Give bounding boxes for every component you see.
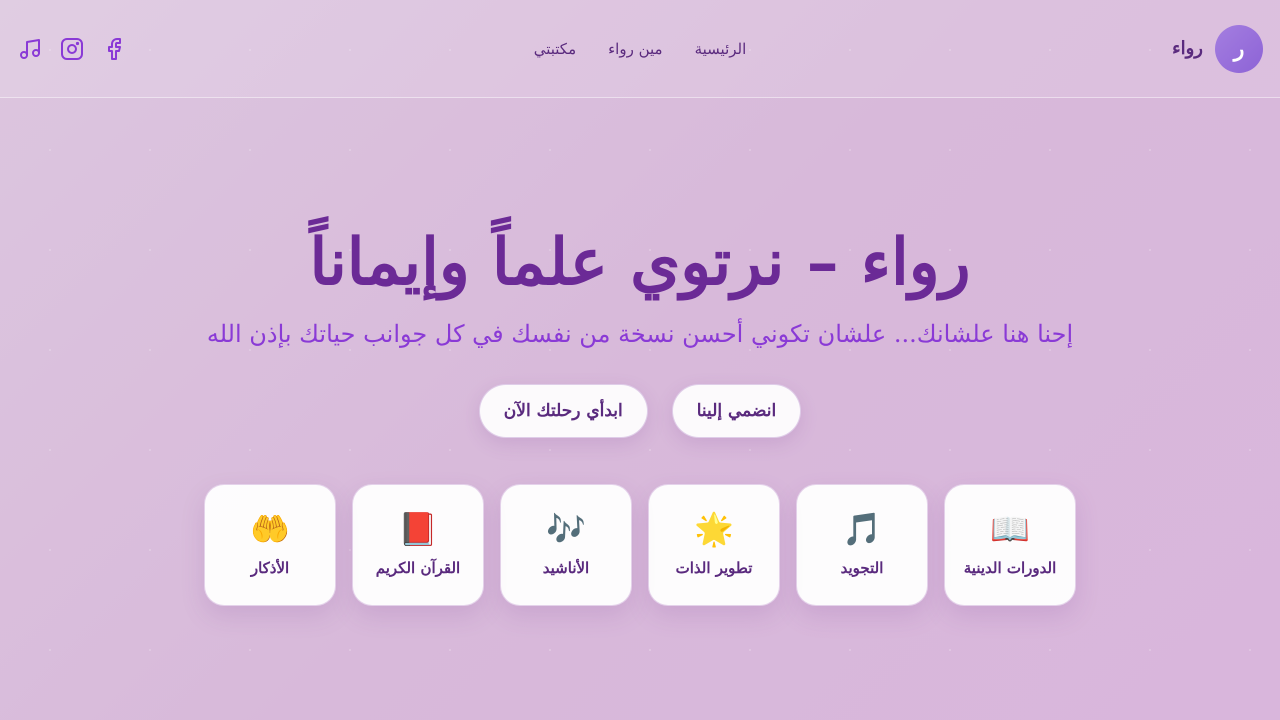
join-us-button[interactable]: انضمي إلينا [671, 384, 802, 439]
star-icon: 🌟 [694, 510, 734, 548]
hero-title: رواء – نرتوي علماً وإيماناً [309, 225, 971, 300]
music-icon[interactable] [18, 37, 42, 61]
card-label: القرآن الكريم [375, 559, 461, 577]
nav-link-library[interactable]: مكتبتي [534, 40, 576, 58]
card-label: الدورات الدينية [963, 559, 1057, 577]
palms-up-icon: 🤲 [250, 510, 290, 548]
start-journey-button[interactable]: ابدأي رحلتك الآن [478, 384, 648, 439]
card-tajweed[interactable]: 🎵 التجويد [796, 484, 928, 606]
nav-links: الرئيسية مين رواء مكتبتي [534, 40, 747, 58]
music-note-icon: 🎵 [842, 510, 882, 548]
category-cards: 📖 الدورات الدينية 🎵 التجويد 🌟 تطوير الذا… [0, 484, 1280, 606]
card-religious-courses[interactable]: 📖 الدورات الدينية [944, 484, 1076, 606]
music-notes-icon: 🎶 [546, 510, 586, 548]
hero-section: رواء – نرتوي علماً وإيماناً إحنا هنا علش… [0, 98, 1280, 439]
cta-row: انضمي إلينا ابدأي رحلتك الآن [0, 384, 1280, 439]
nav-link-home[interactable]: الرئيسية [695, 40, 747, 58]
card-label: الأذكار [250, 559, 290, 577]
social-links [18, 37, 126, 61]
card-quran[interactable]: 📕 القرآن الكريم [352, 484, 484, 606]
hero-subtitle: إحنا هنا علشانك... علشان تكوني أحسن نسخة… [206, 320, 1074, 349]
red-book-icon: 📕 [398, 510, 438, 548]
brand-logo[interactable]: ر [1215, 24, 1263, 73]
card-label: التجويد [840, 559, 884, 577]
card-adhkar[interactable]: 🤲 الأذكار [204, 484, 336, 606]
nav-link-about[interactable]: مين رواء [608, 40, 662, 58]
card-self-development[interactable]: 🌟 تطوير الذات [648, 484, 780, 606]
facebook-icon[interactable] [102, 37, 126, 61]
card-label: الأناشيد [542, 559, 590, 577]
navbar: ر رواء الرئيسية مين رواء مكتبتي [0, 0, 1280, 98]
brand-name[interactable]: رواء [1172, 38, 1203, 59]
open-book-icon: 📖 [990, 510, 1030, 548]
brand[interactable]: ر رواء [1172, 24, 1263, 73]
instagram-icon[interactable] [60, 37, 84, 61]
card-label: تطوير الذات [675, 559, 753, 577]
card-anasheed[interactable]: 🎶 الأناشيد [500, 484, 632, 606]
